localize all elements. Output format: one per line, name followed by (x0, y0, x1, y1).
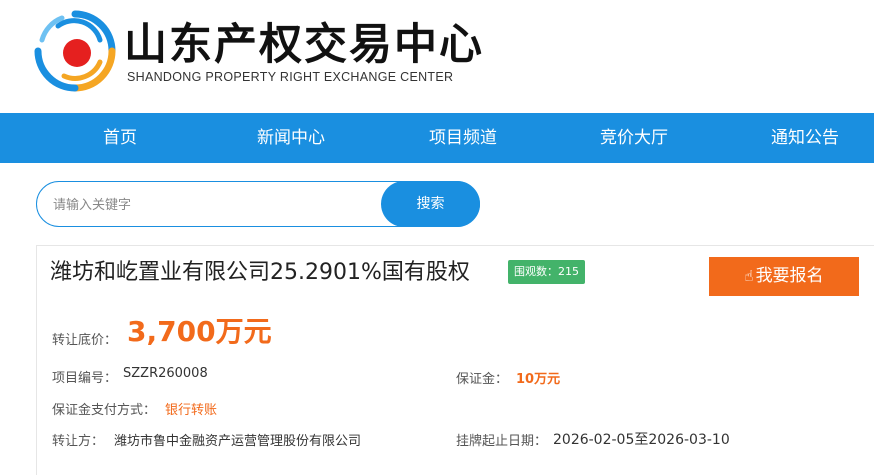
nav-item-projects[interactable]: 项目频道 (398, 113, 528, 163)
hand-point-icon: ☝ (744, 267, 754, 285)
project-title: 潍坊和屹置业有限公司25.2901%国有股权 (50, 260, 470, 285)
nav-item-news[interactable]: 新闻中心 (226, 113, 356, 163)
seller-label: 转让方： (52, 434, 105, 449)
payment-method-value: 银行转账 (165, 403, 218, 418)
listing-date-value: 2026-02-05至2026-03-10 (553, 432, 730, 448)
logo-icon[interactable] (34, 10, 116, 92)
signup-button-label: 我要报名 (755, 266, 824, 286)
main-nav: 首页 新闻中心 项目频道 竞价大厅 通知公告 (0, 113, 874, 163)
search-button[interactable]: 搜索 (381, 181, 480, 227)
deposit-value: 10万元 (516, 372, 561, 387)
brand-name-cn: 山东产权交易中心 (124, 20, 484, 70)
code-label: 项目编号： (52, 371, 118, 386)
payment-method-label: 保证金支付方式： (52, 403, 157, 418)
views-badge: 围观数：215 (508, 260, 585, 284)
site-header: 山东产权交易中心 SHANDONG PROPERTY RIGHT EXCHANG… (0, 0, 874, 113)
deposit-label: 保证金： (456, 372, 509, 387)
seller-value: 潍坊市鲁中金融资产运营管理股份有限公司 (114, 434, 362, 449)
brand-name-en: SHANDONG PROPERTY RIGHT EXCHANGE CENTER (127, 70, 454, 84)
signup-button[interactable]: ☝ 我要报名 (709, 257, 859, 296)
nav-item-notices[interactable]: 通知公告 (740, 113, 870, 163)
price-value: 3,700万元 (127, 315, 272, 348)
price-label: 转让底价： (52, 333, 118, 348)
nav-item-auction[interactable]: 竞价大厅 (569, 113, 699, 163)
code-value: SZZR260008 (123, 366, 208, 381)
search-input[interactable] (51, 192, 375, 218)
nav-item-home[interactable]: 首页 (55, 113, 185, 163)
listing-date-label: 挂牌起止日期： (456, 434, 548, 449)
search-bar: 搜索 (36, 181, 480, 227)
